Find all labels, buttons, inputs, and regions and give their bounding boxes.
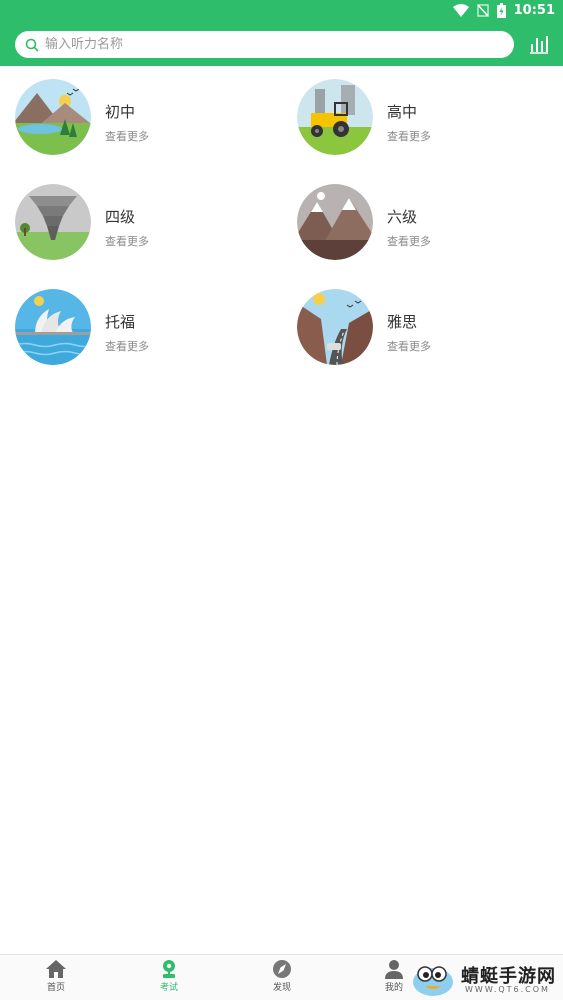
tornado-scene-icon: [15, 184, 91, 260]
see-more-link[interactable]: 查看更多: [387, 233, 431, 249]
category-item-senior[interactable]: 高中 查看更多: [297, 79, 563, 169]
tab-exam[interactable]: 考试: [139, 959, 199, 993]
tractor-scene-icon: [297, 79, 373, 155]
battery-icon: [496, 3, 506, 18]
status-time: 10:51: [513, 3, 555, 18]
user-icon: [385, 960, 403, 979]
category-item-cet4[interactable]: 四级 查看更多: [15, 184, 285, 274]
bottom-tab-bar: 首页 考试 发现 我的 蜻蜓手游网 WWW.QT6.COM: [0, 954, 563, 1000]
see-more-link[interactable]: 查看更多: [387, 128, 431, 144]
see-more-link[interactable]: 查看更多: [105, 128, 149, 144]
status-icons: 10:51: [452, 3, 555, 18]
category-item-cet6[interactable]: 六级 查看更多: [297, 184, 563, 274]
wifi-icon: [452, 4, 469, 17]
canyon-road-scene-icon: [297, 289, 373, 365]
search-box[interactable]: [15, 31, 514, 58]
category-title: 初中: [105, 103, 136, 121]
tab-mine-label: 我的: [384, 983, 403, 993]
tab-discover[interactable]: 发现: [252, 959, 312, 993]
exam-icon: [163, 960, 175, 978]
watermark: 蜻蜓手游网 WWW.QT6.COM: [409, 958, 559, 998]
opera-house-scene-icon: [15, 289, 91, 365]
compass-icon: [273, 960, 291, 978]
mountain-lake-scene-icon: [15, 79, 91, 155]
category-item-ielts[interactable]: 雅思 查看更多: [297, 289, 563, 379]
category-title: 雅思: [387, 313, 418, 331]
watermark-url: WWW.QT6.COM: [465, 985, 550, 994]
tab-home-label: 首页: [46, 983, 65, 993]
category-title: 托福: [105, 313, 136, 331]
tab-home[interactable]: 首页: [26, 959, 86, 993]
search-input[interactable]: [45, 37, 465, 52]
dragonfly-mascot-icon: [413, 966, 453, 996]
status-bar: 10:51: [0, 0, 563, 24]
see-more-link[interactable]: 查看更多: [105, 338, 149, 354]
home-icon: [46, 960, 66, 978]
no-signal-icon: [476, 4, 489, 17]
category-title: 六级: [387, 208, 418, 226]
see-more-link[interactable]: 查看更多: [105, 233, 149, 249]
bar-chart-icon[interactable]: [528, 34, 550, 54]
header: [0, 24, 563, 66]
see-more-link[interactable]: 查看更多: [387, 338, 431, 354]
category-title: 高中: [387, 103, 418, 121]
snowy-mountains-scene-icon: [297, 184, 373, 260]
tab-discover-label: 发现: [272, 983, 291, 993]
category-item-toefl[interactable]: 托福 查看更多: [15, 289, 285, 379]
search-icon: [25, 38, 39, 52]
category-item-junior[interactable]: 初中 查看更多: [15, 79, 285, 169]
tab-exam-label: 考试: [159, 983, 178, 993]
category-title: 四级: [105, 208, 136, 226]
